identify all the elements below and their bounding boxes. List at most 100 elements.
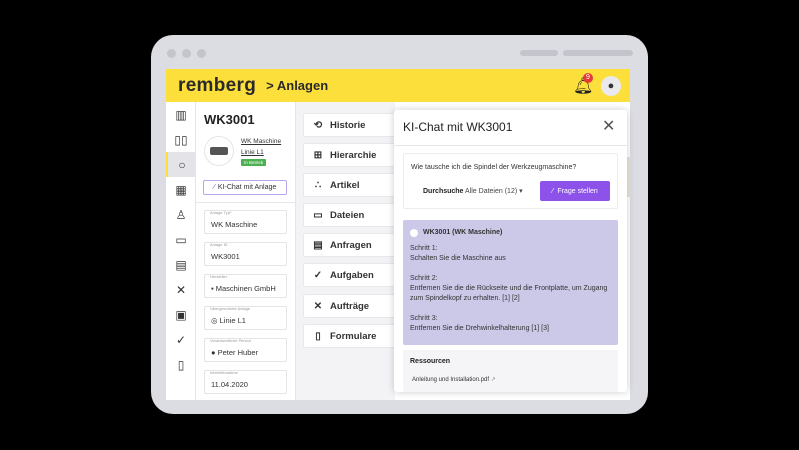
window-dot bbox=[167, 49, 176, 58]
chevron-down-icon: ▾ bbox=[519, 188, 523, 195]
magic-wand-icon: ⁄ bbox=[213, 184, 215, 191]
answer-step: Schritt 2: Entfernen Sie die die Rückseit… bbox=[410, 274, 611, 304]
window-bar bbox=[563, 50, 633, 56]
menu-anfragen[interactable]: ▤ Anfragen bbox=[303, 233, 397, 257]
menu-label: Aufgaben bbox=[330, 269, 374, 281]
building-icon[interactable]: ▦ bbox=[166, 177, 196, 202]
field-label: Inbetriebnahme bbox=[210, 370, 238, 375]
ai-chat-button[interactable]: ⁄ KI-Chat mit Anlage bbox=[203, 180, 287, 195]
ai-chat-label: KI-Chat mit Anlage bbox=[217, 184, 277, 191]
field-label: Anlage ID bbox=[210, 242, 228, 247]
ask-question-button[interactable]: ⁄ Frage stellen bbox=[540, 181, 610, 201]
chat-title: KI-Chat mit WK3001 bbox=[403, 120, 513, 134]
magic-wand-icon: ⁄ bbox=[552, 187, 554, 195]
app-header: remberg > Anlagen bbox=[166, 69, 630, 102]
close-icon[interactable]: ✕ bbox=[602, 116, 615, 136]
dashboard-icon[interactable]: ▥ bbox=[166, 102, 196, 127]
folder-icon[interactable]: ▭ bbox=[166, 227, 196, 252]
menu-aufgaben[interactable]: ✓ Aufgaben bbox=[303, 263, 397, 287]
hierarchy-icon: ⊞ bbox=[313, 149, 323, 161]
tools-icon: ✕ bbox=[313, 300, 323, 312]
manufacturer-value: Maschinen GmbH bbox=[215, 284, 276, 293]
breadcrumb[interactable]: > Anlagen bbox=[266, 78, 328, 93]
resource-file-name: Anleitung und Installation.pdf bbox=[412, 377, 490, 383]
asset-icon[interactable]: ○ bbox=[166, 152, 196, 177]
resources-box: Ressourcen Anleitung und Installation.pd… bbox=[403, 350, 618, 392]
resource-link[interactable]: Anleitung und Installation.pdf ↗ bbox=[412, 376, 496, 383]
status-badge[interactable]: In Betrieb bbox=[241, 159, 267, 166]
asset-image bbox=[204, 136, 234, 166]
asset-details: WK3001 WK Maschine Linie L1 In Betrieb ⁄… bbox=[196, 102, 296, 400]
menu-label: Anfragen bbox=[330, 239, 372, 251]
menu-label: Historie bbox=[330, 119, 366, 131]
divider bbox=[394, 145, 627, 146]
clipboard-icon[interactable]: ▯ bbox=[166, 352, 196, 377]
question-input[interactable]: Wie tausche ich die Spindel der Werkzeug… bbox=[411, 164, 576, 171]
history-icon: ⟲ bbox=[313, 119, 323, 131]
field-label: Verantwortliche Person bbox=[210, 338, 252, 343]
menu-label: Formulare bbox=[330, 330, 377, 342]
field-label: Anlage Typ* bbox=[210, 210, 232, 215]
menu-label: Hierarchie bbox=[330, 149, 377, 161]
field-value: WK3001 bbox=[211, 252, 240, 261]
step-title: Schritt 2: bbox=[410, 275, 438, 282]
chat-icon: ▤ bbox=[313, 239, 323, 251]
ask-label: Frage stellen bbox=[557, 187, 598, 195]
step-title: Schritt 1: bbox=[410, 245, 438, 252]
calendar-icon[interactable]: ▣ bbox=[166, 302, 196, 327]
answer-step: Schritt 1: Schalten Sie die Maschine aus bbox=[410, 244, 611, 264]
menu-historie[interactable]: ⟲ Historie bbox=[303, 113, 397, 137]
step-text: Schalten Sie die Maschine aus bbox=[410, 255, 506, 262]
field-value: WK Maschine bbox=[211, 220, 258, 229]
field-parent-asset[interactable]: Übergeordnete Anlage ◎ Linie L1 bbox=[204, 306, 287, 330]
menu-formulare[interactable]: ▯ Formulare bbox=[303, 324, 397, 348]
map-icon[interactable]: ▯▯ bbox=[166, 127, 196, 152]
scope-value: Alle Dateien (12) bbox=[465, 188, 518, 195]
step-text: Entfernen Sie die Drehwinkelhalterung [1… bbox=[410, 325, 549, 332]
menu-auftraege[interactable]: ✕ Aufträge bbox=[303, 294, 397, 318]
avatar[interactable]: ● bbox=[601, 76, 621, 96]
field-label: Hersteller bbox=[210, 274, 228, 279]
window-dot bbox=[182, 49, 191, 58]
logo[interactable]: remberg bbox=[178, 75, 256, 97]
asset-menu: ⟲ Historie ⊞ Hierarchie ∴ Artikel ▭ Dateien … bbox=[297, 102, 397, 400]
answer-source: WK3001 (WK Maschine) bbox=[423, 229, 503, 236]
menu-hierarchie[interactable]: ⊞ Hierarchie bbox=[303, 143, 397, 167]
person-icon[interactable]: ♙ bbox=[166, 202, 196, 227]
window-bar bbox=[520, 50, 558, 56]
resources-title: Ressourcen bbox=[410, 358, 451, 365]
window-dot bbox=[197, 49, 206, 58]
menu-label: Aufträge bbox=[330, 300, 370, 312]
asset-type-link[interactable]: WK Maschine bbox=[241, 138, 281, 145]
parent-value: Linie L1 bbox=[219, 316, 246, 325]
ai-chat-panel: KI-Chat mit WK3001 ✕ Wie tausche ich die… bbox=[394, 110, 627, 392]
step-text: Entfernen Sie die die Rückseite und die … bbox=[410, 285, 608, 302]
parts-icon: ∴ bbox=[314, 179, 322, 191]
answer-box: WK3001 (WK Maschine) Schritt 1: Schalten … bbox=[403, 220, 618, 345]
step-title: Schritt 3: bbox=[410, 315, 438, 322]
folder-icon: ▭ bbox=[313, 209, 323, 221]
notification-badge: 9 bbox=[583, 73, 593, 83]
menu-dateien[interactable]: ▭ Dateien bbox=[303, 203, 397, 227]
asset-icon bbox=[410, 229, 418, 237]
menu-artikel[interactable]: ∴ Artikel bbox=[303, 173, 397, 197]
asset-line-link[interactable]: Linie L1 bbox=[241, 149, 264, 156]
check-circle-icon: ✓ bbox=[313, 269, 323, 281]
answer-step: Schritt 3: Entfernen Sie die Drehwinkelha… bbox=[410, 314, 611, 334]
scope-select[interactable]: Durchsuche Alle Dateien (12) ▾ bbox=[423, 187, 523, 195]
tools-icon[interactable]: ✕ bbox=[166, 277, 196, 302]
divider bbox=[196, 202, 296, 203]
check-icon[interactable]: ✓ bbox=[166, 327, 196, 352]
field-value: ▪ Maschinen GmbH bbox=[211, 284, 276, 293]
menu-label: Artikel bbox=[330, 179, 360, 191]
field-type[interactable]: Anlage Typ* WK Maschine bbox=[204, 210, 287, 234]
asset-title: WK3001 bbox=[204, 112, 255, 127]
chat-icon[interactable]: ▤ bbox=[166, 252, 196, 277]
clipboard-icon: ▯ bbox=[315, 330, 321, 342]
field-commissioning[interactable]: Inbetriebnahme 11.04.2020 bbox=[204, 370, 287, 394]
person-value: Peter Huber bbox=[217, 348, 259, 357]
field-manufacturer[interactable]: Hersteller ▪ Maschinen GmbH bbox=[204, 274, 287, 298]
external-link-icon: ↗ bbox=[490, 377, 496, 383]
field-id[interactable]: Anlage ID WK3001 bbox=[204, 242, 287, 266]
field-responsible-person[interactable]: Verantwortliche Person ● Peter Huber bbox=[204, 338, 287, 362]
